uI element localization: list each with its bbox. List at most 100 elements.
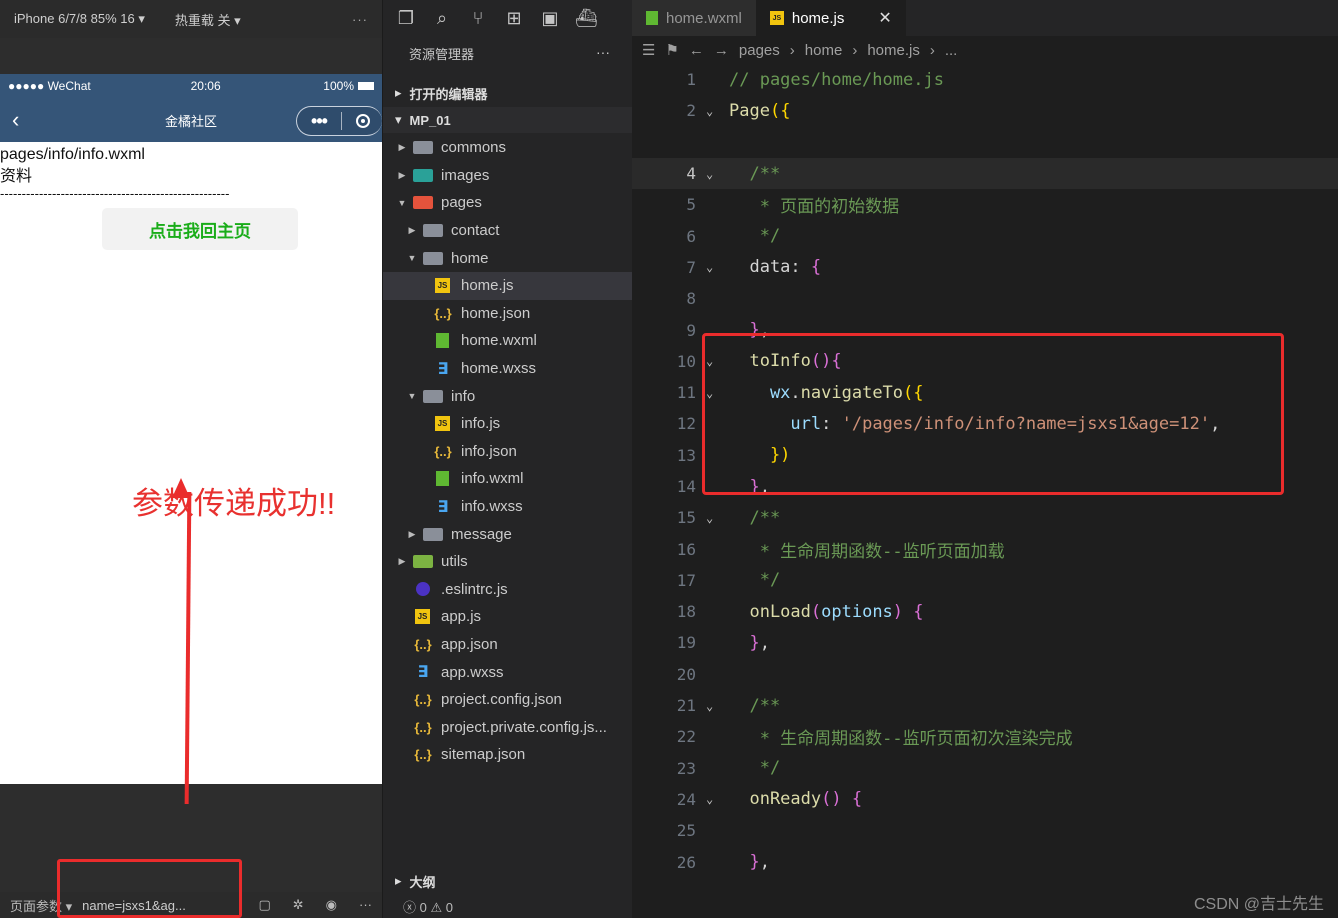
code-token: * 生命周期函数--监听页面加载 [729,541,1005,562]
breadcrumb-item[interactable]: home.js [867,42,920,59]
more-icon[interactable]: ··· [359,897,372,913]
forward-arrow-icon[interactable]: → [714,42,729,59]
tree-item[interactable]: JS info.js [383,410,633,438]
bookmark-icon[interactable]: ⚑ [665,41,678,59]
tree-item[interactable]: .eslintrc.js [383,576,633,604]
code-line[interactable]: 8 [632,283,1338,314]
tree-item[interactable]: home.wxml [383,327,633,355]
tree-item[interactable]: ▶ utils [383,548,633,576]
line-number: 22 [676,727,696,747]
tree-item[interactable]: {..} sitemap.json [383,741,633,769]
breadcrumb-item[interactable]: pages [739,42,780,59]
breadcrumb-item[interactable]: ... [945,42,958,59]
chevron-right-icon: ▶ [398,556,406,567]
hot-reload-toggle[interactable]: 热重载 关 ▾ [175,10,241,29]
tree-item[interactable]: {..} project.config.json [383,686,633,714]
tree-item[interactable]: ▼ pages [383,189,633,217]
back-home-button[interactable]: 点击我回主页 [102,208,298,250]
code-line[interactable]: 25 [632,815,1338,846]
breadcrumb-item[interactable]: home [805,42,843,59]
more-icon[interactable]: ··· [352,12,368,27]
utils-folder-icon [413,555,433,569]
search-icon[interactable]: ⌕ [431,8,453,29]
tree-item[interactable]: {..} project.private.config.js... [383,713,633,741]
problems-status[interactable]: ⓧ 0 ⚠ 0 [383,894,633,918]
project-section[interactable]: ▾ MP_01 [383,107,633,133]
fold-chevron-icon[interactable]: ⌄ [706,260,713,274]
files-icon[interactable]: ❐ [395,8,417,29]
menu-dots-icon[interactable]: ••• [297,107,341,135]
code-line[interactable]: 21 ⌄ /** [632,690,1338,721]
code-line[interactable]: 2 ⌄ Page({ [632,95,1338,126]
wxml-file-icon [436,333,449,349]
code-line[interactable]: 17 */ [632,565,1338,596]
code-token: // pages/home/home.js [729,69,944,90]
tree-item[interactable]: ▶ commons [383,134,633,162]
code-line[interactable]: 7 ⌄ data: { [632,252,1338,283]
fold-chevron-icon[interactable]: ⌄ [706,792,713,806]
fold-chevron-icon[interactable]: ⌄ [706,104,713,118]
outline-section[interactable]: ▸ 大纲 [383,870,633,892]
docker-icon[interactable]: ⛴ [575,8,598,29]
close-icon[interactable]: ✕ [878,8,891,28]
debug-icon[interactable]: ✲ [293,897,304,913]
code-line[interactable]: 22 * 生命周期函数--监听页面初次渲染完成 [632,721,1338,752]
code-line[interactable]: 4 ⌄ /** [632,157,1338,190]
tree-item[interactable]: ▼ home [383,244,633,272]
editor-tab[interactable]: home.wxml [632,0,756,36]
back-arrow-icon[interactable]: ‹ [12,107,19,133]
code-line[interactable]: 1 // pages/home/home.js [632,64,1338,95]
code-line[interactable]: 23 */ [632,753,1338,784]
battery-indicator: 100% [323,79,374,93]
capsule-menu[interactable]: ••• [296,106,382,136]
device-selector[interactable]: iPhone 6/7/8 85% 16 ▾ [14,11,145,27]
json-file-icon: {..} [414,719,432,735]
eye-icon[interactable]: ◉ [326,897,337,913]
fold-chevron-icon[interactable]: ⌄ [706,167,713,181]
code-line[interactable]: 24 ⌄ onReady() { [632,784,1338,815]
tree-item[interactable]: ▼ info [383,382,633,410]
tree-item[interactable]: ▶ images [383,162,633,190]
code-line[interactable]: 15 ⌄ /** [632,502,1338,533]
tree-item[interactable]: JS app.js [383,603,633,631]
copy-icon[interactable]: ▢ [258,897,270,913]
code-line[interactable]: 5 * 页面的初始数据 [632,189,1338,220]
tree-item[interactable]: ∃ info.wxss [383,493,633,521]
tree-item-label: home.json [461,304,531,322]
code-token: } [729,852,760,873]
list-icon[interactable]: ☰ [642,41,655,59]
tree-item-label: message [451,525,512,543]
line-number: 6 [686,226,696,246]
tree-item[interactable]: {..} info.json [383,438,633,466]
source-control-icon[interactable]: ⑂ [467,8,489,29]
code-token: */ [729,570,781,591]
code-line[interactable]: 6 */ [632,220,1338,251]
code-text: Page({ [729,101,790,121]
editor-tab[interactable]: JS home.js ✕ [755,0,906,36]
chevron-right-icon: ▶ [408,225,416,236]
fold-chevron-icon[interactable]: ⌄ [706,699,713,713]
code-line[interactable]: 16 * 生命周期函数--监听页面加载 [632,533,1338,564]
storage-icon[interactable]: ▣ [539,8,561,29]
tree-item[interactable]: info.wxml [383,465,633,493]
tree-item[interactable]: JS home.js [383,271,633,300]
tree-item[interactable]: ∃ app.wxss [383,658,633,686]
extensions-icon[interactable]: ⊞ [503,8,525,29]
code-line[interactable]: 19 }, [632,627,1338,658]
back-arrow-icon[interactable]: ← [689,42,704,59]
tree-item[interactable]: ∃ home.wxss [383,355,633,383]
code-line[interactable]: 20 [632,659,1338,690]
code-line[interactable]: 26 }, [632,846,1338,877]
code-line[interactable] [632,127,1338,158]
tree-item[interactable]: ▶ contact [383,217,633,245]
tree-item[interactable]: {..} app.json [383,631,633,659]
code-line[interactable]: 18 onLoad(options) { [632,596,1338,627]
close-target-icon[interactable] [356,114,370,128]
fold-chevron-icon[interactable]: ⌄ [706,511,713,525]
explorer-more-icon[interactable]: ··· [596,44,610,60]
tree-item[interactable]: ▶ message [383,520,633,548]
open-editors-section[interactable]: ▸ 打开的编辑器 [383,80,633,106]
tree-item[interactable]: {..} home.json [383,300,633,328]
tree-item-label: info.wxss [461,498,523,516]
tree-item-label: app.wxss [441,663,504,681]
